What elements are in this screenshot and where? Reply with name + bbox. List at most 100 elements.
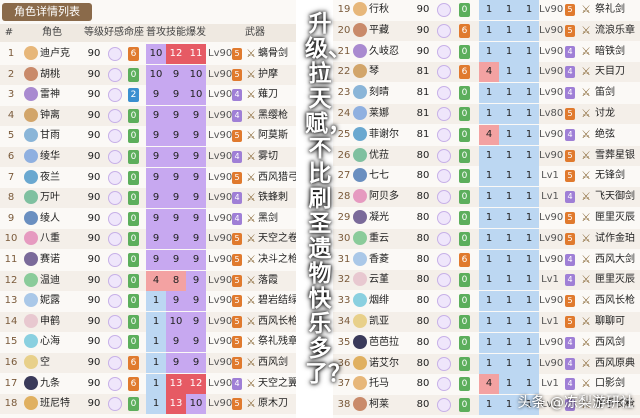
table-row[interactable]: 6 绫华 90 0 9 9 9 Lv90 4 ⚔ 雾切 <box>0 147 296 167</box>
weapon-name: 西风长枪 <box>258 315 296 327</box>
character-name: 托马 <box>369 378 389 390</box>
weapon-refinement-badge: 5 <box>232 315 242 328</box>
row-rank: 31 <box>337 253 351 265</box>
skill-level: 13 <box>166 373 186 394</box>
skill-level: 1 <box>499 249 519 270</box>
table-row[interactable]: 18 班尼特 90 0 1 13 10 Lv90 5 ⚔ 原木刀 <box>0 394 296 415</box>
row-rank: 22 <box>337 66 351 78</box>
normal-attack-level: 1 <box>479 332 499 353</box>
weapon-refinement-badge: 4 <box>565 336 575 349</box>
character-level: 80 <box>416 149 430 161</box>
weapon-refinement-badge: 5 <box>232 48 242 60</box>
table-row[interactable]: 9 绫人 90 0 9 9 9 Lv90 4 ⚔ 黑剑 <box>0 208 296 229</box>
table-row[interactable]: 14 申鹤 90 0 1 10 9 Lv90 5 ⚔ 西风长枪 <box>0 311 296 332</box>
burst-level: 10 <box>186 85 206 106</box>
table-row[interactable]: 30 重云 80 0 1 1 1 Lv90 5 ⚔ 试作金珀 <box>333 228 640 249</box>
character-name: 烟绯 <box>369 295 389 307</box>
table-row[interactable]: 15 心海 90 0 1 9 9 Lv90 5 ⚔ 祭礼残章 <box>0 332 296 353</box>
weapon-icon: ⚔ <box>246 356 256 369</box>
normal-attack-level: 1 <box>479 228 499 249</box>
character-level: 90 <box>416 4 430 15</box>
table-row[interactable]: 19 行秋 90 0 1 1 1 Lv90 5 ⚔ 祭礼剑 <box>333 0 640 20</box>
favor-medal-icon <box>108 211 122 226</box>
character-level: 90 <box>87 336 101 348</box>
burst-level: 1 <box>519 83 539 104</box>
table-row[interactable]: 17 九条 90 6 1 13 12 Lv90 4 ⚔ 天空之翼 <box>0 373 296 394</box>
table-row[interactable]: 4 钟离 90 0 9 9 9 Lv90 4 ⚔ 黑缨枪 <box>0 105 296 126</box>
constellation-badge: 0 <box>459 3 470 17</box>
table-row[interactable]: 28 阿贝多 80 0 1 1 1 Lv1 4 ⚔ 飞天御剑 <box>333 187 640 208</box>
constellation-badge: 6 <box>128 356 139 370</box>
weapon-name: 匣里灭辰 <box>595 212 635 223</box>
table-row[interactable]: 7 夜兰 90 0 9 9 9 Lv90 5 ⚔ 西风猎弓 <box>0 167 296 188</box>
table-row[interactable]: 16 空 90 6 1 9 9 Lv90 5 ⚔ 西风剑 <box>0 353 296 373</box>
character-name: 万叶 <box>40 192 60 204</box>
table-row[interactable]: 8 万叶 90 0 9 9 9 Lv90 4 ⚔ 铁蜂刺 <box>0 188 296 209</box>
table-row[interactable]: 23 刻晴 81 0 1 1 1 Lv90 4 ⚔ 笛剑 <box>333 83 640 104</box>
constellation-badge: 0 <box>128 273 139 288</box>
weapon-icon: ⚔ <box>581 335 591 349</box>
table-row[interactable]: 36 诺艾尔 80 0 1 1 1 Lv90 4 ⚔ 西风原典 <box>333 353 640 374</box>
character-avatar <box>353 168 367 183</box>
character-level: 90 <box>87 233 101 245</box>
table-row[interactable]: 10 八重 90 0 9 9 9 Lv90 5 ⚔ 天空之卷 <box>0 229 296 250</box>
weapon-name: 西风大剑 <box>595 253 635 265</box>
skill-level: 1 <box>499 332 519 353</box>
table-row[interactable]: 32 云堇 80 0 1 1 1 Lv1 4 ⚔ 匣里灭辰 <box>333 270 640 291</box>
character-level: 90 <box>87 315 101 327</box>
weapon-level: Lv90 <box>208 233 233 245</box>
character-avatar <box>353 2 367 16</box>
table-row[interactable]: 12 温迪 90 0 4 8 9 Lv90 5 ⚔ 落霞 <box>0 270 296 291</box>
table-row[interactable]: 11 赛诺 90 0 9 9 9 Lv90 5 ⚔ 决斗之枪 <box>0 250 296 270</box>
table-row[interactable]: 25 菲谢尔 81 0 4 1 1 Lv90 4 ⚔ 绝弦 <box>333 124 640 145</box>
weapon-name: 飞天御剑 <box>595 191 635 203</box>
constellation-badge: 0 <box>128 294 139 309</box>
character-name: 空 <box>40 357 50 368</box>
weapon-level: Lv90 <box>208 357 233 368</box>
character-avatar <box>353 230 367 245</box>
table-row[interactable]: 22 琴 81 6 4 1 1 Lv90 4 ⚔ 天目刀 <box>333 62 640 83</box>
table-row[interactable]: 27 七七 80 0 1 1 1 Lv1 5 ⚔ 无锋剑 <box>333 166 640 187</box>
favor-medal-icon <box>437 211 451 225</box>
header-rank: # <box>4 27 14 38</box>
table-row[interactable]: 31 香菱 80 6 1 1 1 Lv90 4 ⚔ 西风大剑 <box>333 249 640 270</box>
character-level: 90 <box>87 398 101 410</box>
weapon-refinement-badge: 5 <box>565 316 575 328</box>
constellation-badge: 0 <box>128 335 139 350</box>
table-row[interactable]: 3 雷神 90 2 9 9 10 Lv90 4 ⚔ 薙刀 <box>0 85 296 106</box>
weapon-name: 绝弦 <box>595 128 615 140</box>
table-row[interactable]: 29 凝光 80 0 1 1 1 Lv90 5 ⚔ 匣里灭辰 <box>333 208 640 228</box>
weapon-refinement-badge: 5 <box>232 68 242 81</box>
table-row[interactable]: 21 久岐忍 90 0 1 1 1 Lv90 4 ⚔ 暗铁剑 <box>333 41 640 62</box>
character-avatar <box>353 85 367 100</box>
character-name: 雷神 <box>40 89 60 101</box>
favor-medal-icon <box>108 335 122 350</box>
constellation-badge: 0 <box>459 335 470 350</box>
table-row[interactable]: 35 芭芭拉 80 0 1 1 1 Lv90 4 ⚔ 西风剑 <box>333 332 640 353</box>
table-row[interactable]: 13 妮露 90 0 1 9 9 Lv90 5 ⚔ 碧岩结绿 <box>0 291 296 312</box>
constellation-badge: 0 <box>128 211 139 226</box>
header-skill: 技能 <box>166 27 186 38</box>
table-row[interactable]: 5 甘雨 90 0 9 9 9 Lv90 5 ⚔ 阿莫斯 <box>0 126 296 147</box>
table-row[interactable]: 2 胡桃 90 0 10 9 10 Lv90 5 ⚔ 护摩 <box>0 64 296 85</box>
burst-level: 1 <box>519 124 539 145</box>
character-level: 90 <box>87 377 101 389</box>
table-row[interactable]: 1 迪卢克 90 6 10 12 11 Lv90 5 ⚔ 螭骨剑 <box>0 44 296 64</box>
character-name: 优菈 <box>369 149 389 161</box>
weapon-refinement-badge: 5 <box>232 295 242 308</box>
character-name: 钟离 <box>40 109 60 121</box>
normal-attack-level: 9 <box>146 229 166 250</box>
weapon-refinement-badge: 4 <box>565 66 575 79</box>
character-avatar <box>24 149 38 163</box>
character-avatar <box>24 210 38 225</box>
table-row[interactable]: 26 优菈 80 0 1 1 1 Lv90 5 ⚔ 雪葬星银 <box>333 145 640 166</box>
weapon-refinement-badge: 4 <box>565 274 575 287</box>
table-row[interactable]: 33 烟绯 80 0 1 1 1 Lv90 5 ⚔ 西风长枪 <box>333 291 640 312</box>
character-name: 夜兰 <box>40 171 60 183</box>
character-avatar <box>24 46 38 60</box>
table-row[interactable]: 24 莱娜 81 0 1 1 1 Lv80 5 ⚔ 讨龙 <box>333 104 640 124</box>
favor-medal-icon <box>437 231 451 246</box>
character-level: 81 <box>416 108 430 119</box>
table-row[interactable]: 20 平藏 90 6 1 1 1 Lv90 5 ⚔ 流浪乐章 <box>333 20 640 41</box>
table-row[interactable]: 34 凯亚 80 0 1 1 1 Lv1 5 ⚔ 聊聊可 <box>333 312 640 332</box>
